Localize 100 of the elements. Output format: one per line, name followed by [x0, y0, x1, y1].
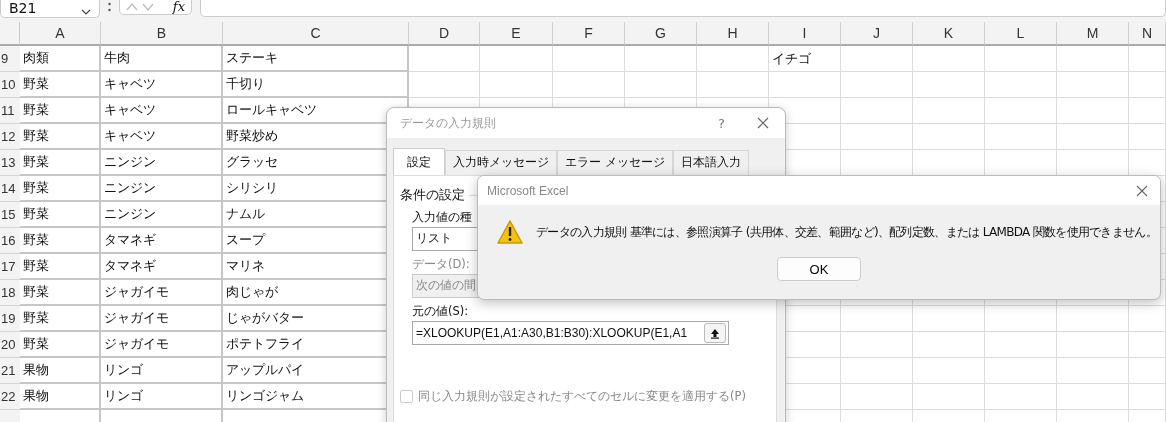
column-header[interactable]: B [101, 22, 223, 46]
row-header[interactable]: 12 [0, 124, 20, 150]
tab[interactable]: 日本語入力 [672, 150, 749, 175]
table-cell: リンゴ [101, 358, 223, 384]
row-header[interactable]: 18 [0, 280, 20, 306]
table-cell [985, 332, 1057, 358]
table-cell [697, 46, 769, 72]
table-cell [985, 306, 1057, 332]
field-label: 入力値の種 [412, 210, 472, 224]
column-header[interactable]: I [769, 22, 841, 46]
row-header[interactable]: 19 [0, 306, 20, 332]
table-cell [1057, 358, 1129, 384]
column-header[interactable]: N [1129, 22, 1166, 46]
column-header[interactable]: L [985, 22, 1057, 46]
tab[interactable]: エラー メッセージ [557, 150, 673, 175]
table-cell [1129, 98, 1166, 124]
table-cell: 野菜 [20, 150, 101, 176]
table-cell: ステーキ [223, 46, 409, 72]
table-cell [1057, 46, 1129, 72]
table-cell [913, 306, 985, 332]
name-box[interactable]: B21 [0, 0, 100, 18]
checkbox-label: 同じ入力規則が設定されたすべてのセルに変更を適用する(P) [418, 389, 746, 404]
table-cell [913, 384, 985, 410]
table-cell [1129, 306, 1166, 332]
table-cell: ジャガイモ [101, 280, 223, 306]
formula-bar[interactable] [200, 0, 1166, 17]
table-cell [1129, 384, 1166, 410]
table-cell: タマネギ [101, 228, 223, 254]
tab[interactable]: 設定 [393, 148, 445, 175]
close-icon[interactable] [1136, 184, 1148, 197]
table-cell: キャベツ [101, 72, 223, 98]
table-cell [841, 46, 913, 72]
row-header[interactable]: 17 [0, 254, 20, 280]
table-cell [913, 72, 985, 98]
column-header[interactable]: G [625, 22, 697, 46]
table-cell [1057, 306, 1129, 332]
message-text: データの入力規則 基準には、参照演算子 (共用体、交差、範囲など)、配列定数、または LAMBDA 関数を使用できません。 [536, 224, 1157, 240]
table-cell: ジャガイモ [101, 332, 223, 358]
column-header[interactable]: F [553, 22, 625, 46]
table-cell [841, 332, 913, 358]
column-header[interactable]: C [223, 22, 409, 46]
row-header[interactable]: 15 [0, 202, 20, 228]
row-header[interactable]: 22 [0, 384, 20, 410]
row-header[interactable]: 9 [0, 46, 20, 72]
table-cell: ニンジン [101, 176, 223, 202]
column-header[interactable]: K [913, 22, 985, 46]
table-cell: 牛肉 [101, 46, 223, 72]
close-icon[interactable] [757, 117, 769, 129]
enter-icon[interactable] [142, 3, 154, 11]
table-cell [841, 306, 913, 332]
column-header[interactable]: A [20, 22, 101, 46]
row-header[interactable]: 11 [0, 98, 20, 124]
table-cell [409, 46, 480, 72]
table-cell: 野菜 [20, 306, 101, 332]
row-header[interactable]: 16 [0, 228, 20, 254]
select-all-corner[interactable] [0, 22, 20, 46]
row-header[interactable]: 20 [0, 332, 20, 358]
column-header[interactable]: E [480, 22, 553, 46]
table-cell [841, 98, 913, 124]
insert-function-button[interactable]: fx [172, 1, 185, 13]
table-cell: ニンジン [101, 150, 223, 176]
table-cell: 千切り [223, 72, 409, 98]
column-header[interactable]: M [1057, 22, 1129, 46]
field-label: 元の値(S): [412, 304, 469, 318]
table-cell [913, 358, 985, 384]
table-cell: 野菜 [20, 124, 101, 150]
dialog-title: Microsoft Excel [487, 183, 569, 198]
table-cell: 肉類 [20, 46, 101, 72]
table-cell [1129, 72, 1166, 98]
table-cell [985, 72, 1057, 98]
row-header[interactable]: 10 [0, 72, 20, 98]
tab[interactable]: 入力時メッセージ [445, 150, 557, 175]
table-cell: リンゴ [101, 384, 223, 410]
cancel-icon[interactable] [126, 3, 138, 11]
row-header[interactable]: 13 [0, 150, 20, 176]
table-cell: ニンジン [101, 202, 223, 228]
table-cell [1129, 46, 1166, 72]
table-cell: 野菜 [20, 176, 101, 202]
column-header[interactable]: D [409, 22, 480, 46]
table-cell: 野菜 [20, 202, 101, 228]
row-header[interactable]: 21 [0, 358, 20, 384]
table-cell [985, 358, 1057, 384]
table-cell: 野菜 [20, 72, 101, 98]
table-cell: 野菜 [20, 228, 101, 254]
help-button[interactable]: ? [718, 115, 725, 131]
table-cell [985, 384, 1057, 410]
table-cell [1057, 98, 1129, 124]
table-cell [913, 332, 985, 358]
ok-button[interactable]: OK [777, 257, 861, 281]
table-cell [985, 98, 1057, 124]
table-cell: キャベツ [101, 98, 223, 124]
table-cell [1057, 332, 1129, 358]
collapse-button[interactable] [704, 323, 726, 343]
upload-arrow-icon [710, 327, 720, 339]
table-cell [553, 46, 625, 72]
column-header[interactable]: J [841, 22, 913, 46]
table-cell [1129, 358, 1166, 384]
column-header[interactable]: H [697, 22, 769, 46]
table-cell: 野菜 [20, 332, 101, 358]
row-header[interactable]: 14 [0, 176, 20, 202]
